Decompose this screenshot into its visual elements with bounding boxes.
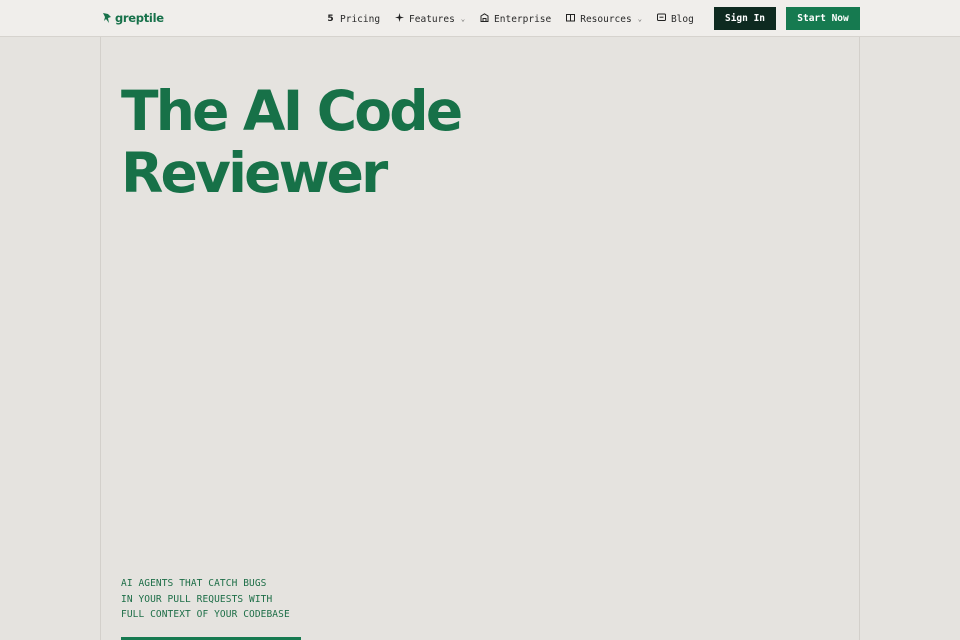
frame-divider-right [859,37,860,640]
nav-item-pricing[interactable]: 5 Pricing [326,14,380,25]
nav-label-resources: Resources [580,13,632,25]
nav-item-enterprise[interactable]: Enterprise [480,13,551,25]
tagline-line-1: AI AGENTS THAT CATCH BUGS [121,578,267,589]
nav-label-blog: Blog [670,13,694,25]
chevron-down-icon: ⌄ [637,15,642,23]
frame-divider-left [100,37,101,640]
nav-item-features[interactable]: Features ⌄ [395,13,465,25]
building-icon [480,13,489,25]
hero-title-line-1: The AI Code [121,79,463,143]
logo-text: greptile [115,11,164,25]
greptile-logo[interactable]: greptile [102,10,164,26]
pricing-icon: 5 [327,14,334,24]
message-icon [656,13,666,25]
tagline-line-2: IN YOUR PULL REQUESTS WITH [121,593,273,605]
nav-label-features: Features [409,13,455,25]
main-nav: 5 Pricing Features ⌄ Enterprise Resource… [326,11,709,27]
sign-in-button[interactable]: Sign In [714,7,776,30]
hero-title-line-2: Reviewer [121,141,388,205]
nav-label-pricing: Pricing [340,13,381,25]
tagline-line-3: FULL CONTEXT OF YOUR CODEBASE [121,609,290,620]
hero-title: The AI Code Reviewer [121,80,581,204]
lizard-icon [103,13,111,23]
nav-item-blog[interactable]: Blog [656,13,694,25]
nav-label-enterprise: Enterprise [494,13,552,25]
sparkle-icon [395,13,405,25]
chevron-down-icon: ⌄ [460,15,466,23]
book-icon [566,13,576,25]
nav-item-resources[interactable]: Resources ⌄ [566,13,642,25]
start-now-button[interactable]: Start Now [786,7,860,30]
top-navbar: greptile 5 Pricing Features ⌄ Enterprise… [0,0,960,37]
hero-tagline: AI AGENTS THAT CATCH BUGS IN YOUR PULL R… [121,576,341,623]
